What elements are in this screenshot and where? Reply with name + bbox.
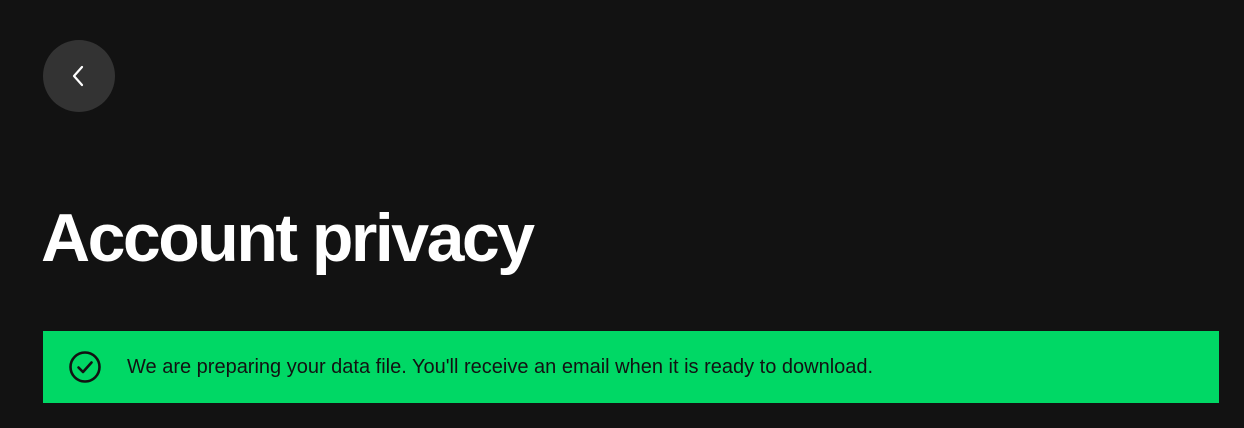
back-button[interactable] bbox=[43, 40, 115, 112]
chevron-left-icon bbox=[67, 64, 91, 88]
account-privacy-page: Account privacy We are preparing your da… bbox=[0, 0, 1244, 428]
success-banner: We are preparing your data file. You'll … bbox=[43, 331, 1219, 403]
banner-message: We are preparing your data file. You'll … bbox=[127, 356, 874, 378]
page-title: Account privacy bbox=[41, 200, 535, 276]
check-circle-icon bbox=[68, 350, 102, 384]
